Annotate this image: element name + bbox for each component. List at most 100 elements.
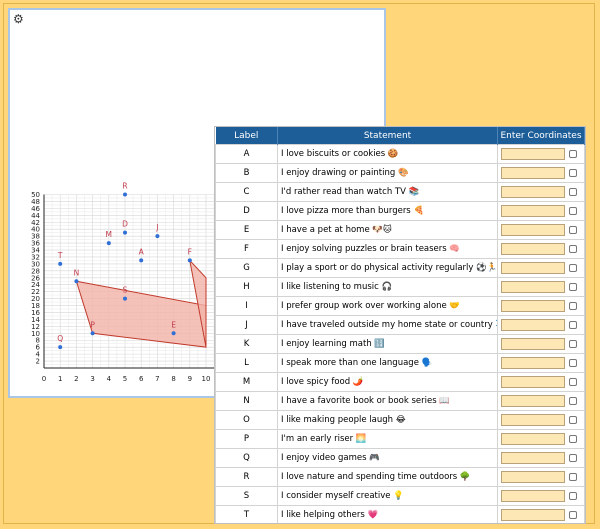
coordinate-input[interactable] [501, 433, 565, 445]
point-E[interactable] [171, 331, 176, 336]
row-coordinates-cell [497, 448, 585, 468]
row-checkbox[interactable] [569, 188, 577, 196]
table-row: AI love biscuits or cookies 🍪 [215, 144, 585, 164]
row-checkbox[interactable] [569, 454, 577, 462]
point-P[interactable] [90, 331, 95, 336]
table-row: II prefer group work over working alone … [215, 296, 585, 316]
row-checkbox[interactable] [569, 435, 577, 443]
point-N[interactable] [74, 279, 79, 284]
row-statement: I love nature and spending time outdoors… [277, 467, 498, 487]
y-tick-label: 22 [31, 288, 40, 296]
coordinate-input[interactable] [501, 281, 565, 293]
point-T[interactable] [58, 261, 63, 266]
row-checkbox[interactable] [569, 378, 577, 386]
row-checkbox[interactable] [569, 302, 577, 310]
coordinate-input[interactable] [501, 490, 565, 502]
point-label: R [122, 182, 127, 191]
y-tick-label: 28 [31, 267, 40, 275]
row-checkbox[interactable] [569, 226, 577, 234]
table-row: HI like listening to music 🎧 [215, 277, 585, 297]
row-label: C [215, 182, 278, 202]
row-checkbox[interactable] [569, 150, 577, 158]
coordinate-input[interactable] [501, 395, 565, 407]
y-tick-label: 40 [31, 226, 40, 234]
table-row: MI love spicy food 🌶️ [215, 372, 585, 392]
row-coordinates-cell [497, 163, 585, 183]
row-label: Q [215, 448, 278, 468]
row-checkbox[interactable] [569, 264, 577, 272]
row-label: G [215, 258, 278, 278]
row-label: M [215, 372, 278, 392]
point-label: J [155, 223, 158, 232]
row-coordinates-cell [497, 334, 585, 354]
row-coordinates-cell [497, 220, 585, 240]
x-tick-label: 6 [139, 375, 144, 383]
coordinate-input[interactable] [501, 224, 565, 236]
table-header-row: Label Statement Enter Coordinates [215, 127, 585, 145]
point-R[interactable] [123, 192, 127, 197]
statements-table: Label Statement Enter Coordinates AI lov… [215, 127, 585, 523]
y-tick-label: 46 [31, 205, 40, 213]
row-checkbox[interactable] [569, 397, 577, 405]
row-checkbox[interactable] [569, 511, 577, 519]
header-label: Label [215, 127, 278, 145]
coordinate-input[interactable] [501, 509, 565, 521]
point-F[interactable] [187, 258, 192, 263]
row-checkbox[interactable] [569, 207, 577, 215]
point-J[interactable] [155, 234, 160, 239]
y-tick-label: 34 [31, 247, 40, 255]
coordinate-input[interactable] [501, 357, 565, 369]
point-label: F [188, 247, 192, 256]
row-checkbox[interactable] [569, 492, 577, 500]
gear-icon[interactable]: ⚙ [13, 13, 25, 25]
row-coordinates-cell [497, 467, 585, 487]
point-Q[interactable] [58, 345, 63, 350]
x-tick-label: 1 [58, 375, 62, 383]
point-label: S [123, 286, 128, 295]
point-D[interactable] [123, 230, 127, 235]
row-label: F [215, 239, 278, 259]
row-statement: I love spicy food 🌶️ [277, 372, 498, 392]
row-checkbox[interactable] [569, 416, 577, 424]
point-label: M [106, 230, 112, 239]
y-tick-label: 2 [36, 358, 40, 366]
point-S[interactable] [123, 296, 127, 301]
coordinate-input[interactable] [501, 262, 565, 274]
row-label: H [215, 277, 278, 297]
coordinate-input[interactable] [501, 338, 565, 350]
coordinate-input[interactable] [501, 186, 565, 198]
table-row: KI enjoy learning math 🔢 [215, 334, 585, 354]
y-tick-label: 4 [36, 351, 41, 359]
coordinate-input[interactable] [501, 471, 565, 483]
row-checkbox[interactable] [569, 473, 577, 481]
row-statement: I'd rather read than watch TV 📚 [277, 182, 498, 202]
coordinate-input[interactable] [501, 319, 565, 331]
row-coordinates-cell [497, 277, 585, 297]
row-checkbox[interactable] [569, 321, 577, 329]
point-A[interactable] [139, 258, 144, 263]
row-checkbox[interactable] [569, 245, 577, 253]
point-M[interactable] [106, 241, 111, 246]
table-row: NI have a favorite book or book series 📖 [215, 391, 585, 411]
row-statement: I enjoy drawing or painting 🎨 [277, 163, 498, 183]
row-label: N [215, 391, 278, 411]
row-statement: I enjoy solving puzzles or brain teasers… [277, 239, 498, 259]
coordinate-input[interactable] [501, 452, 565, 464]
coordinate-input[interactable] [501, 167, 565, 179]
row-checkbox[interactable] [569, 283, 577, 291]
row-checkbox[interactable] [569, 340, 577, 348]
coordinate-input[interactable] [501, 243, 565, 255]
coordinate-input[interactable] [501, 414, 565, 426]
coordinate-input[interactable] [501, 205, 565, 217]
coordinate-input[interactable] [501, 376, 565, 388]
row-checkbox[interactable] [569, 169, 577, 177]
table-row: QI enjoy video games 🎮 [215, 448, 585, 468]
y-tick-label: 10 [31, 330, 40, 338]
y-tick-label: 24 [31, 281, 40, 289]
coordinate-input[interactable] [501, 148, 565, 160]
row-label: R [215, 467, 278, 487]
row-label: L [215, 353, 278, 373]
y-tick-label: 48 [31, 198, 40, 206]
row-checkbox[interactable] [569, 359, 577, 367]
coordinate-input[interactable] [501, 300, 565, 312]
